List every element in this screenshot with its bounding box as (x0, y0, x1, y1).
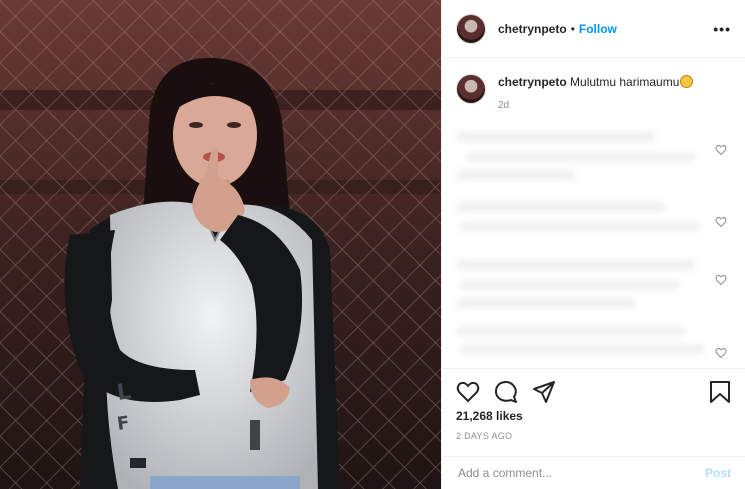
heart-icon[interactable] (456, 381, 480, 403)
comment-input[interactable] (456, 465, 705, 481)
blurred-comment-2 (456, 196, 706, 252)
smiling-face-icon (680, 75, 694, 88)
post-comment-button[interactable]: Post (705, 466, 731, 480)
post-actions: 21,268 likes 2 DAYS AGO (442, 368, 745, 456)
instagram-post: L F chetrynpeto • Follow ••• chetrynpeto… (0, 0, 745, 489)
add-comment-bar: Post (442, 456, 745, 489)
caption: chetrynpeto Mulutmu harimaumu 2d (442, 58, 745, 111)
follow-button[interactable]: Follow (579, 22, 617, 36)
post-photo[interactable]: L F (0, 0, 441, 489)
post-timestamp: 2 DAYS AGO (456, 431, 513, 441)
author-username[interactable]: chetrynpeto (498, 22, 567, 36)
post-header: chetrynpeto • Follow ••• (442, 0, 745, 58)
blurred-comment-3 (456, 254, 706, 310)
more-options-icon[interactable]: ••• (713, 21, 731, 37)
comment-like-heart-icon[interactable] (715, 216, 727, 228)
caption-text: Mulutmu harimaumu (570, 75, 680, 89)
caption-avatar[interactable] (456, 74, 486, 104)
bookmark-icon[interactable] (709, 380, 731, 404)
comment-icon[interactable] (494, 380, 518, 404)
blurred-comment-4 (456, 320, 706, 368)
caption-text-line: chetrynpeto Mulutmu harimaumu (498, 74, 694, 90)
caption-username[interactable]: chetrynpeto (498, 75, 567, 89)
likes-count[interactable]: 21,268 likes (456, 409, 731, 423)
comment-like-heart-icon[interactable] (715, 274, 727, 286)
author-avatar[interactable] (456, 13, 486, 44)
comment-like-heart-icon[interactable] (715, 144, 727, 156)
action-icons (456, 377, 731, 407)
post-side-panel: chetrynpeto • Follow ••• chetrynpeto Mul… (441, 0, 745, 489)
post-image: L F (0, 0, 441, 489)
caption-body: chetrynpeto Mulutmu harimaumu 2d (498, 74, 694, 111)
blurred-comment-1 (456, 126, 706, 182)
separator-dot: • (570, 21, 575, 36)
comments-section[interactable]: chetrynpeto Mulutmu harimaumu 2d (442, 58, 745, 368)
comment-like-heart-icon[interactable] (715, 347, 727, 359)
caption-time: 2d (498, 100, 510, 111)
share-icon[interactable] (532, 380, 556, 404)
